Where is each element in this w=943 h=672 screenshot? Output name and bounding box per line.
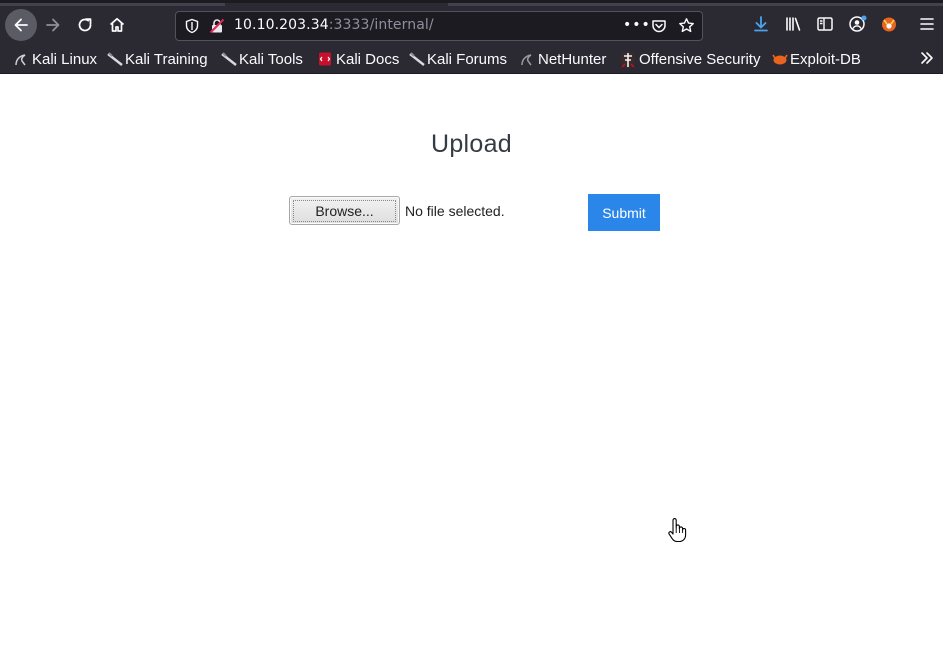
url-path: :3333/internal/ — [328, 17, 434, 33]
browser-toolbar: 10.10.203.34:3333/internal/ ••• — [0, 0, 943, 44]
nethunter-icon — [520, 52, 534, 66]
bookmark-label: Kali Forums — [427, 50, 508, 68]
tab-strip-edge — [448, 3, 943, 6]
tab-strip-edge — [0, 3, 225, 6]
bookmark-kali-tools[interactable]: Kali Tools — [221, 49, 303, 69]
back-arrow-icon — [12, 16, 30, 34]
sidebar-icon[interactable] — [816, 15, 834, 37]
bookmark-label: Kali Tools — [239, 50, 303, 68]
reload-button[interactable] — [70, 10, 100, 40]
bookmark-label: Kali Training — [125, 50, 208, 68]
browse-button[interactable]: Browse... — [289, 196, 400, 225]
bookmark-kali-forums[interactable]: Kali Forums — [409, 49, 507, 69]
download-arrow-icon[interactable] — [752, 15, 770, 37]
home-icon — [108, 16, 126, 34]
extension-fox-icon[interactable] — [880, 15, 898, 37]
bookmark-label: Kali Linux — [32, 50, 98, 68]
page-title: Upload — [430, 130, 513, 158]
chevron-double-right-icon[interactable] — [919, 50, 935, 70]
pocket-icon[interactable] — [651, 18, 667, 38]
hand-pointer-cursor-icon — [667, 517, 687, 547]
kali-docs-icon — [318, 52, 332, 66]
kali-sword-icon — [221, 52, 237, 66]
browse-button-label: Browse... — [293, 199, 396, 222]
account-icon[interactable] — [848, 15, 867, 37]
shield-icon[interactable] — [184, 18, 200, 38]
kali-sword-icon — [107, 52, 123, 66]
bookmark-offensive-security[interactable]: Offensive Security — [621, 49, 760, 69]
forward-button[interactable] — [38, 10, 68, 40]
bookmark-label: Kali Docs — [336, 50, 400, 68]
bookmark-kali-docs[interactable]: Kali Docs — [318, 49, 399, 69]
bookmark-label: Exploit-DB — [790, 50, 861, 68]
forward-arrow-icon — [44, 16, 62, 34]
bookmark-nethunter[interactable]: NetHunter — [520, 49, 606, 69]
url-text[interactable]: 10.10.203.34:3333/internal/ — [234, 17, 434, 33]
page-actions-button[interactable]: ••• — [623, 17, 651, 33]
library-icon[interactable] — [784, 15, 802, 37]
bookmark-label: Offensive Security — [639, 50, 761, 68]
submit-button[interactable]: Submit — [588, 194, 660, 231]
reload-icon — [76, 16, 94, 34]
file-status-text: No file selected. — [405, 203, 505, 219]
page-content: Upload Browse... No file selected. Submi… — [0, 75, 943, 672]
hamburger-menu-icon[interactable] — [919, 15, 935, 37]
url-host: 10.10.203.34 — [234, 17, 329, 33]
bookmark-kali-training[interactable]: Kali Training — [107, 49, 208, 69]
address-bar[interactable]: 10.10.203.34:3333/internal/ ••• — [175, 11, 703, 41]
exploit-db-icon — [772, 52, 788, 66]
bookmarks-toolbar: Kali Linux Kali Training Kali Tools Kali… — [0, 44, 943, 74]
home-button[interactable] — [102, 10, 132, 40]
bookmark-kali-linux[interactable]: Kali Linux — [14, 49, 97, 69]
offsec-icon — [621, 52, 635, 68]
back-button[interactable] — [5, 9, 37, 41]
bookmark-label: NetHunter — [538, 50, 607, 68]
star-icon[interactable] — [678, 17, 695, 38]
kali-dragon-icon — [14, 52, 28, 66]
bookmark-exploit-db[interactable]: Exploit-DB — [772, 49, 861, 69]
insecure-lock-icon[interactable] — [209, 18, 225, 38]
kali-sword-icon — [409, 52, 425, 66]
